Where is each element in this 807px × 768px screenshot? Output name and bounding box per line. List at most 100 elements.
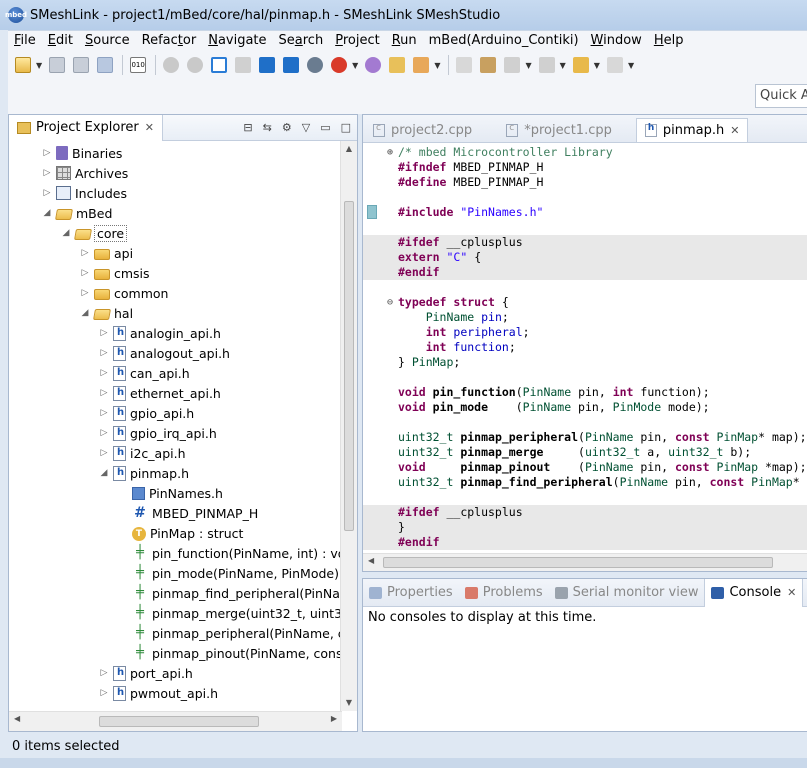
close-icon[interactable]: ✕ <box>145 121 154 134</box>
chevron-right-icon[interactable]: ▷ <box>98 348 110 358</box>
menu-item[interactable]: Navigate <box>202 33 272 48</box>
editor-horizontal-scrollbar[interactable]: ◀ <box>363 553 807 571</box>
bug-icon[interactable] <box>304 54 326 76</box>
chevron-down-icon[interactable]: ▼ <box>434 61 440 70</box>
quick-access-input[interactable]: Quick Access <box>755 84 807 108</box>
binary-icon[interactable]: 010 <box>127 54 149 76</box>
wand-icon[interactable] <box>410 54 432 76</box>
document-icon[interactable] <box>208 54 230 76</box>
menu-item[interactable]: Help <box>648 33 690 48</box>
prev-annotation-icon[interactable] <box>536 54 558 76</box>
chevron-right-icon[interactable]: ▷ <box>98 388 110 398</box>
link-editor-icon[interactable]: ⇆ <box>263 121 272 134</box>
code-editor[interactable]: ⊕ /* mbed Microcontroller Library #ifndef … <box>363 143 807 553</box>
debug-icon[interactable] <box>256 54 278 76</box>
tree-item[interactable]: ▷ port_api.h <box>98 663 193 683</box>
chevron-down-icon[interactable]: ◢ <box>60 228 72 238</box>
chevron-right-icon[interactable]: ▷ <box>79 288 91 298</box>
tree-item[interactable]: PinNames.h <box>117 483 223 503</box>
bottom-tab[interactable]: S <box>803 579 807 607</box>
tree-item[interactable]: ╪ pin_function(PinName, int) : void <box>117 543 342 563</box>
next-annotation-icon[interactable] <box>501 54 523 76</box>
menu-item[interactable]: Project <box>329 33 386 48</box>
tree-item[interactable]: ╪ pin_mode(PinName, PinMode) : void <box>117 563 342 583</box>
chevron-down-icon[interactable]: ◢ <box>79 308 91 318</box>
chevron-right-icon[interactable]: ▷ <box>98 688 110 698</box>
editor-tab[interactable]: *project1.cpp <box>498 118 620 142</box>
chevron-down-icon[interactable]: ▼ <box>628 61 634 70</box>
pen-icon[interactable] <box>453 54 475 76</box>
chevron-down-icon[interactable]: ◢ <box>41 208 53 218</box>
close-icon[interactable]: ✕ <box>787 586 796 599</box>
editor-tab[interactable]: project2.cpp <box>365 118 480 142</box>
bottom-tab[interactable]: Problems <box>459 579 549 607</box>
chevron-right-icon[interactable]: ▷ <box>41 148 53 158</box>
scroll-left-icon[interactable]: ◀ <box>368 556 374 565</box>
chevron-down-icon[interactable]: ◢ <box>98 468 110 478</box>
save-all-icon[interactable] <box>94 54 116 76</box>
annotation-icon[interactable] <box>477 54 499 76</box>
tree-item[interactable]: ◢ pinmap.h <box>98 463 189 483</box>
save-icon[interactable] <box>46 54 68 76</box>
view-menu-icon[interactable]: ▽ <box>302 121 310 134</box>
chevron-right-icon[interactable]: ▷ <box>41 188 53 198</box>
waveform-icon[interactable] <box>280 54 302 76</box>
scroll-right-icon[interactable]: ▶ <box>331 714 337 723</box>
chevron-right-icon[interactable]: ▷ <box>98 368 110 378</box>
chevron-right-icon[interactable]: ▷ <box>79 268 91 278</box>
download-icon[interactable] <box>232 54 254 76</box>
maximize-icon[interactable]: □ <box>341 121 351 134</box>
save-as-icon[interactable] <box>70 54 92 76</box>
tree-item[interactable]: ╪ pinmap_peripheral(PinName, const PinMap… <box>117 623 342 643</box>
menu-item[interactable]: Run <box>386 33 423 48</box>
menu-item[interactable]: Source <box>79 33 136 48</box>
chevron-right-icon[interactable]: ▷ <box>79 248 91 258</box>
chevron-down-icon[interactable]: ▼ <box>352 61 358 70</box>
menu-item[interactable]: Edit <box>42 33 79 48</box>
arrow-right-icon[interactable] <box>184 54 206 76</box>
tree-item[interactable]: ▷ cmsis <box>79 263 150 283</box>
tab-project-explorer[interactable]: Project Explorer ✕ <box>9 114 163 141</box>
filter-icon[interactable]: ⚙ <box>282 121 292 134</box>
scroll-thumb[interactable] <box>383 557 773 568</box>
scroll-left-icon[interactable]: ◀ <box>14 714 20 723</box>
open-folder-icon[interactable] <box>386 54 408 76</box>
tree-item[interactable]: ▷ pwmout_api.h <box>98 683 218 703</box>
minimize-icon[interactable]: ▭ <box>320 121 330 134</box>
menu-item[interactable]: Refactor <box>136 33 203 48</box>
tree-item[interactable]: ▷ Includes <box>41 183 127 203</box>
tree-horizontal-scrollbar[interactable]: ◀ ▶ <box>9 711 342 731</box>
scroll-thumb[interactable] <box>99 716 259 727</box>
tree-item[interactable]: ▷ api <box>79 243 134 263</box>
tree-item[interactable]: T PinMap : struct <box>117 523 243 543</box>
tree-item[interactable]: ▷ common <box>79 283 169 303</box>
tree-item[interactable]: ╪ pinmap_pinout(PinName, const PinMap*) :… <box>117 643 342 663</box>
fold-toggle-icon[interactable]: ⊖ <box>387 295 393 310</box>
tree-item[interactable]: ▷ ethernet_api.h <box>98 383 221 403</box>
chevron-down-icon[interactable]: ▼ <box>525 61 531 70</box>
run-icon[interactable] <box>328 54 350 76</box>
bottom-tab[interactable]: Serial monitor view <box>549 579 705 607</box>
tree-vertical-scrollbar[interactable]: ▲ ▼ <box>340 141 357 711</box>
back-icon[interactable] <box>570 54 592 76</box>
menu-item[interactable]: mBed(Arduino_Contiki) <box>423 33 585 48</box>
chevron-right-icon[interactable]: ▷ <box>41 168 53 178</box>
tree-item[interactable]: ╪ pinmap_find_peripheral(PinName, const P… <box>117 583 342 603</box>
scroll-thumb[interactable] <box>344 201 354 531</box>
chevron-right-icon[interactable]: ▷ <box>98 328 110 338</box>
tree-item[interactable]: ▷ i2c_api.h <box>98 443 186 463</box>
open-task-icon[interactable] <box>362 54 384 76</box>
chevron-right-icon[interactable]: ▷ <box>98 448 110 458</box>
tree-item[interactable]: ▷ analogout_api.h <box>98 343 230 363</box>
bottom-tab[interactable]: Properties <box>363 579 459 607</box>
tree-item[interactable]: ◢ hal <box>79 303 134 323</box>
tree-item[interactable]: ▷ Binaries <box>41 143 123 163</box>
checkmark-icon[interactable] <box>160 54 182 76</box>
forward-icon[interactable] <box>604 54 626 76</box>
tree-item[interactable]: ▷ analogin_api.h <box>98 323 221 343</box>
scroll-down-icon[interactable]: ▼ <box>341 695 357 711</box>
editor-tab[interactable]: pinmap.h ✕ <box>635 118 749 142</box>
bottom-tab[interactable]: Console ✕ <box>704 578 804 607</box>
tree-item[interactable]: ▷ gpio_api.h <box>98 403 194 423</box>
chevron-down-icon[interactable]: ▼ <box>594 61 600 70</box>
